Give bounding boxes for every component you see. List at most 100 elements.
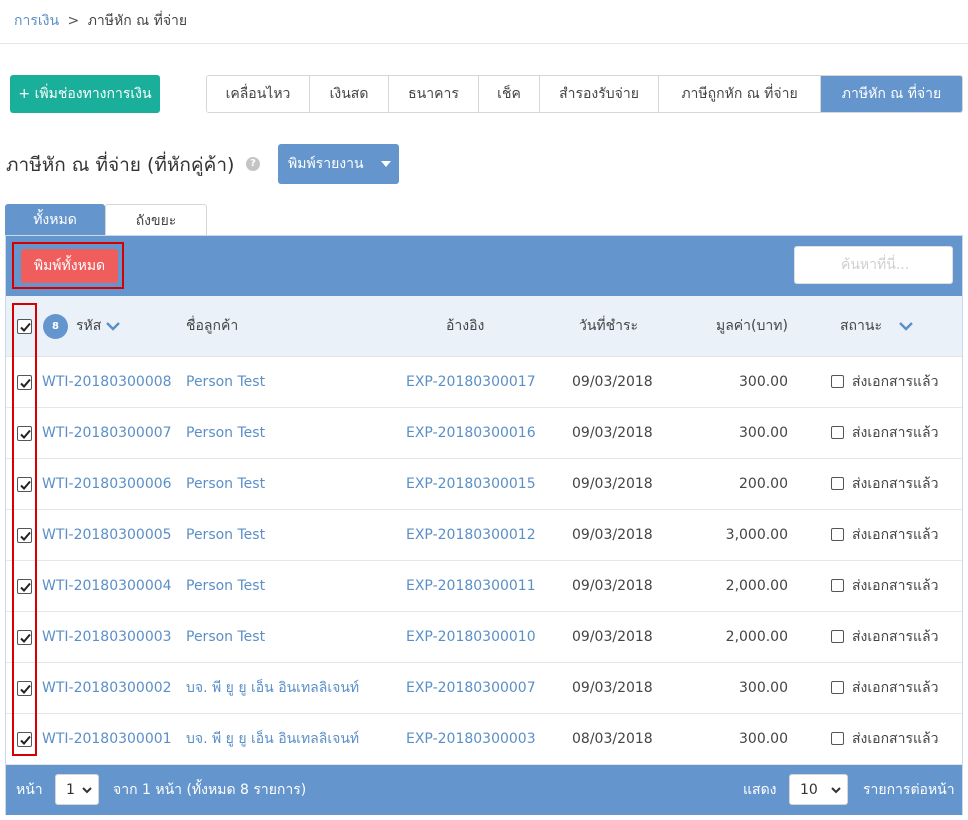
row-amount: 2,000.00 [725, 578, 788, 594]
row-status-checkbox[interactable] [831, 477, 844, 490]
row-amount: 2,000.00 [725, 629, 788, 645]
row-customer-link[interactable]: Person Test [186, 561, 265, 611]
table-row: WTI-20180300008 Person Test EXP-20180300… [6, 357, 962, 408]
row-status-label: ส่งเอกสารแล้ว [852, 527, 939, 543]
tab-petty-cash[interactable]: สำรองรับจ่าย [540, 76, 659, 112]
finance-tabbar: เคลื่อนไหว เงินสด ธนาคาร เช็ค สำรองรับจ่… [206, 75, 963, 113]
subtab-all[interactable]: ทั้งหมด [5, 204, 105, 236]
breadcrumb: การเงิน > ภาษีหัก ณ ที่จ่าย [0, 0, 968, 44]
print-report-button[interactable]: พิมพ์รายงาน [278, 144, 399, 184]
row-status-checkbox[interactable] [831, 426, 844, 439]
page-label: หน้า [16, 782, 43, 798]
search-input[interactable] [794, 246, 953, 284]
breadcrumb-current: ภาษีหัก ณ ที่จ่าย [87, 13, 188, 29]
tab-bank[interactable]: ธนาคาร [389, 76, 479, 112]
row-code-link[interactable]: WTI-20180300006 [42, 459, 172, 509]
header-code-label: รหัส [76, 318, 102, 334]
subtab-trash[interactable]: ถังขยะ [105, 204, 207, 236]
header-status: สถานะ [840, 318, 882, 334]
page-info: จาก 1 หน้า (ทั้งหมด 8 รายการ) [113, 782, 307, 798]
table-row: WTI-20180300001 บจ. พี ยู ยู เอ็น อินเทล… [6, 714, 962, 765]
row-code-link[interactable]: WTI-20180300003 [42, 612, 172, 662]
row-date: 08/03/2018 [572, 731, 653, 747]
row-date: 09/03/2018 [572, 374, 653, 390]
row-status-checkbox[interactable] [831, 630, 844, 643]
selected-count-badge: 8 [43, 314, 68, 339]
row-reference-link[interactable]: EXP-20180300012 [406, 510, 536, 560]
row-amount: 300.00 [739, 680, 788, 696]
row-amount: 300.00 [739, 731, 788, 747]
row-reference-link[interactable]: EXP-20180300015 [406, 459, 536, 509]
row-status-checkbox[interactable] [831, 732, 844, 745]
row-code-link[interactable]: WTI-20180300004 [42, 561, 172, 611]
row-status-label: ส่งเอกสารแล้ว [852, 680, 939, 696]
row-amount: 3,000.00 [725, 527, 788, 543]
row-status-checkbox[interactable] [831, 528, 844, 541]
row-reference-link[interactable]: EXP-20180300017 [406, 357, 536, 407]
list-subtabs: ทั้งหมด ถังขยะ [5, 204, 207, 236]
add-finance-channel-button[interactable]: + เพิ่มช่องทางการเงิน [10, 75, 160, 113]
row-code-link[interactable]: WTI-20180300001 [42, 714, 172, 764]
table-row: WTI-20180300002 บจ. พี ยู ยู เอ็น อินเทล… [6, 663, 962, 714]
row-date: 09/03/2018 [572, 476, 653, 492]
row-amount: 300.00 [739, 374, 788, 390]
row-status-checkbox[interactable] [831, 579, 844, 592]
row-date: 09/03/2018 [572, 527, 653, 543]
page-select[interactable]: 1 [55, 774, 99, 805]
row-reference-link[interactable]: EXP-20180300016 [406, 408, 536, 458]
row-reference-link[interactable]: EXP-20180300003 [406, 714, 536, 764]
table-row: WTI-20180300006 Person Test EXP-20180300… [6, 459, 962, 510]
tab-cash[interactable]: เงินสด [310, 76, 389, 112]
breadcrumb-root-link[interactable]: การเงิน [14, 13, 59, 29]
tab-cheque[interactable]: เช็ค [479, 76, 540, 112]
row-date: 09/03/2018 [572, 629, 653, 645]
page-select-value: 1 [66, 781, 75, 798]
row-reference-link[interactable]: EXP-20180300010 [406, 612, 536, 662]
list-toolbar: พิมพ์ทั้งหมด [6, 236, 962, 296]
header-reference: อ้างอิง [446, 318, 485, 334]
list-panel: พิมพ์ทั้งหมด 8 รหัส ชื่อลูกค้า อ้างอิง ว… [5, 235, 963, 815]
row-customer-link[interactable]: Person Test [186, 459, 265, 509]
status-filter-toggle[interactable] [898, 296, 914, 356]
tab-withholding-tax[interactable]: ภาษีหัก ณ ที่จ่าย [821, 76, 962, 112]
row-status-checkbox[interactable] [831, 681, 844, 694]
row-status-label: ส่งเอกสารแล้ว [852, 731, 939, 747]
row-status-label: ส่งเอกสารแล้ว [852, 374, 939, 390]
row-date: 09/03/2018 [572, 680, 653, 696]
per-page-select[interactable]: 10 [789, 774, 848, 805]
page-title: ภาษีหัก ณ ที่จ่าย (ที่หักคู่ค้า) [6, 154, 235, 176]
row-code-link[interactable]: WTI-20180300007 [42, 408, 172, 458]
header-due-date: วันที่ชำระ [579, 318, 639, 334]
per-page-select-value: 10 [800, 781, 818, 798]
chevron-down-icon [831, 787, 841, 794]
table-row: WTI-20180300004 Person Test EXP-20180300… [6, 561, 962, 612]
row-customer-link[interactable]: บจ. พี ยู ยู เอ็น อินเทลลิเจนท์ [186, 663, 359, 713]
row-customer-link[interactable]: บจ. พี ยู ยู เอ็น อินเทลลิเจนท์ [186, 714, 359, 764]
row-code-link[interactable]: WTI-20180300002 [42, 663, 172, 713]
row-status-checkbox[interactable] [831, 375, 844, 388]
row-code-link[interactable]: WTI-20180300005 [42, 510, 172, 560]
print-all-highlight-box [12, 242, 124, 289]
tab-movement[interactable]: เคลื่อนไหว [207, 76, 310, 112]
checkbox-column-highlight-box [12, 303, 37, 756]
row-customer-link[interactable]: Person Test [186, 357, 265, 407]
row-reference-link[interactable]: EXP-20180300011 [406, 561, 536, 611]
chevron-down-icon [82, 787, 92, 794]
table-header: 8 รหัส ชื่อลูกค้า อ้างอิง วันที่ชำระ มูล… [6, 296, 962, 357]
row-customer-link[interactable]: Person Test [186, 612, 265, 662]
tab-withheld-tax-received[interactable]: ภาษีถูกหัก ณ ที่จ่าย [659, 76, 821, 112]
help-icon[interactable]: ? [246, 157, 260, 171]
row-date: 09/03/2018 [572, 425, 653, 441]
row-date: 09/03/2018 [572, 578, 653, 594]
row-status-label: ส่งเอกสารแล้ว [852, 578, 939, 594]
show-label: แสดง [743, 782, 777, 798]
pagination-bar: หน้า 1 จาก 1 หน้า (ทั้งหมด 8 รายการ) แสด… [6, 765, 962, 815]
header-code[interactable]: รหัส [76, 296, 121, 356]
row-code-link[interactable]: WTI-20180300008 [42, 357, 172, 407]
row-customer-link[interactable]: Person Test [186, 510, 265, 560]
row-customer-link[interactable]: Person Test [186, 408, 265, 458]
chevron-down-icon [106, 322, 121, 331]
row-reference-link[interactable]: EXP-20180300007 [406, 663, 536, 713]
table-row: WTI-20180300007 Person Test EXP-20180300… [6, 408, 962, 459]
caret-down-icon [381, 161, 391, 167]
